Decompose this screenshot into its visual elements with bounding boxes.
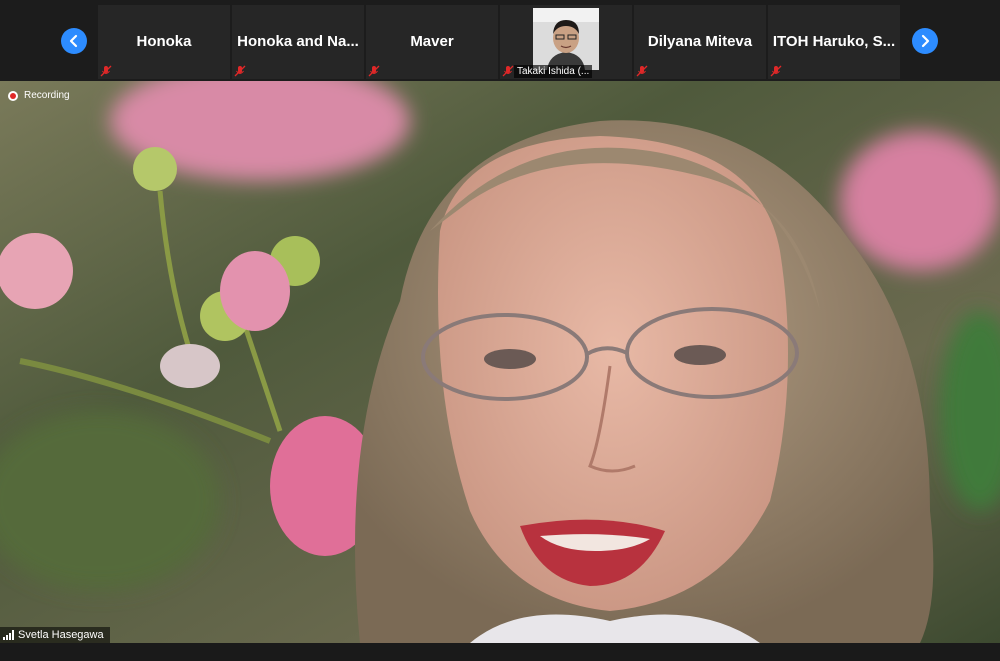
active-speaker-video bbox=[0, 81, 1000, 643]
participant-name: Honoka and Na... bbox=[237, 33, 359, 50]
recording-label: Recording bbox=[24, 90, 70, 101]
chevron-right-icon bbox=[921, 34, 930, 48]
participant-strip: Honoka Honoka and Na... Maver Takaki Ish… bbox=[0, 0, 1000, 81]
participant-tile[interactable]: Honoka bbox=[98, 5, 230, 79]
next-page-button[interactable] bbox=[912, 28, 938, 54]
participant-name: ITOH Haruko, S... bbox=[772, 33, 896, 50]
participant-name: Takaki Ishida (... bbox=[514, 65, 593, 78]
mic-muted-icon bbox=[234, 65, 246, 77]
active-speaker-label: Svetla Hasegawa bbox=[0, 627, 110, 643]
participant-name: Honoka bbox=[136, 33, 192, 50]
mic-muted-icon bbox=[502, 65, 514, 77]
participant-video-tile[interactable]: Takaki Ishida (... bbox=[500, 5, 632, 79]
prev-page-button[interactable] bbox=[61, 28, 87, 54]
chevron-left-icon bbox=[69, 34, 78, 48]
mic-muted-icon bbox=[368, 65, 380, 77]
active-speaker-name: Svetla Hasegawa bbox=[18, 629, 104, 641]
participant-name: Maver bbox=[410, 33, 454, 50]
bottom-bar bbox=[0, 643, 1000, 661]
speaker-video-image bbox=[0, 81, 1000, 643]
participant-tile[interactable]: Maver bbox=[366, 5, 498, 79]
participant-name: Dilyana Miteva bbox=[647, 33, 753, 50]
participant-tile[interactable]: Dilyana Miteva bbox=[634, 5, 766, 79]
participant-video-image bbox=[533, 8, 599, 70]
participant-tile[interactable]: ITOH Haruko, S... bbox=[768, 5, 900, 79]
participant-video bbox=[533, 8, 599, 70]
mic-muted-icon bbox=[636, 65, 648, 77]
mic-muted-icon bbox=[770, 65, 782, 77]
participant-tile[interactable]: Honoka and Na... bbox=[232, 5, 364, 79]
record-icon bbox=[8, 90, 18, 101]
mic-muted-icon bbox=[100, 65, 112, 77]
recording-indicator: Recording bbox=[8, 90, 70, 101]
signal-icon bbox=[3, 630, 14, 640]
